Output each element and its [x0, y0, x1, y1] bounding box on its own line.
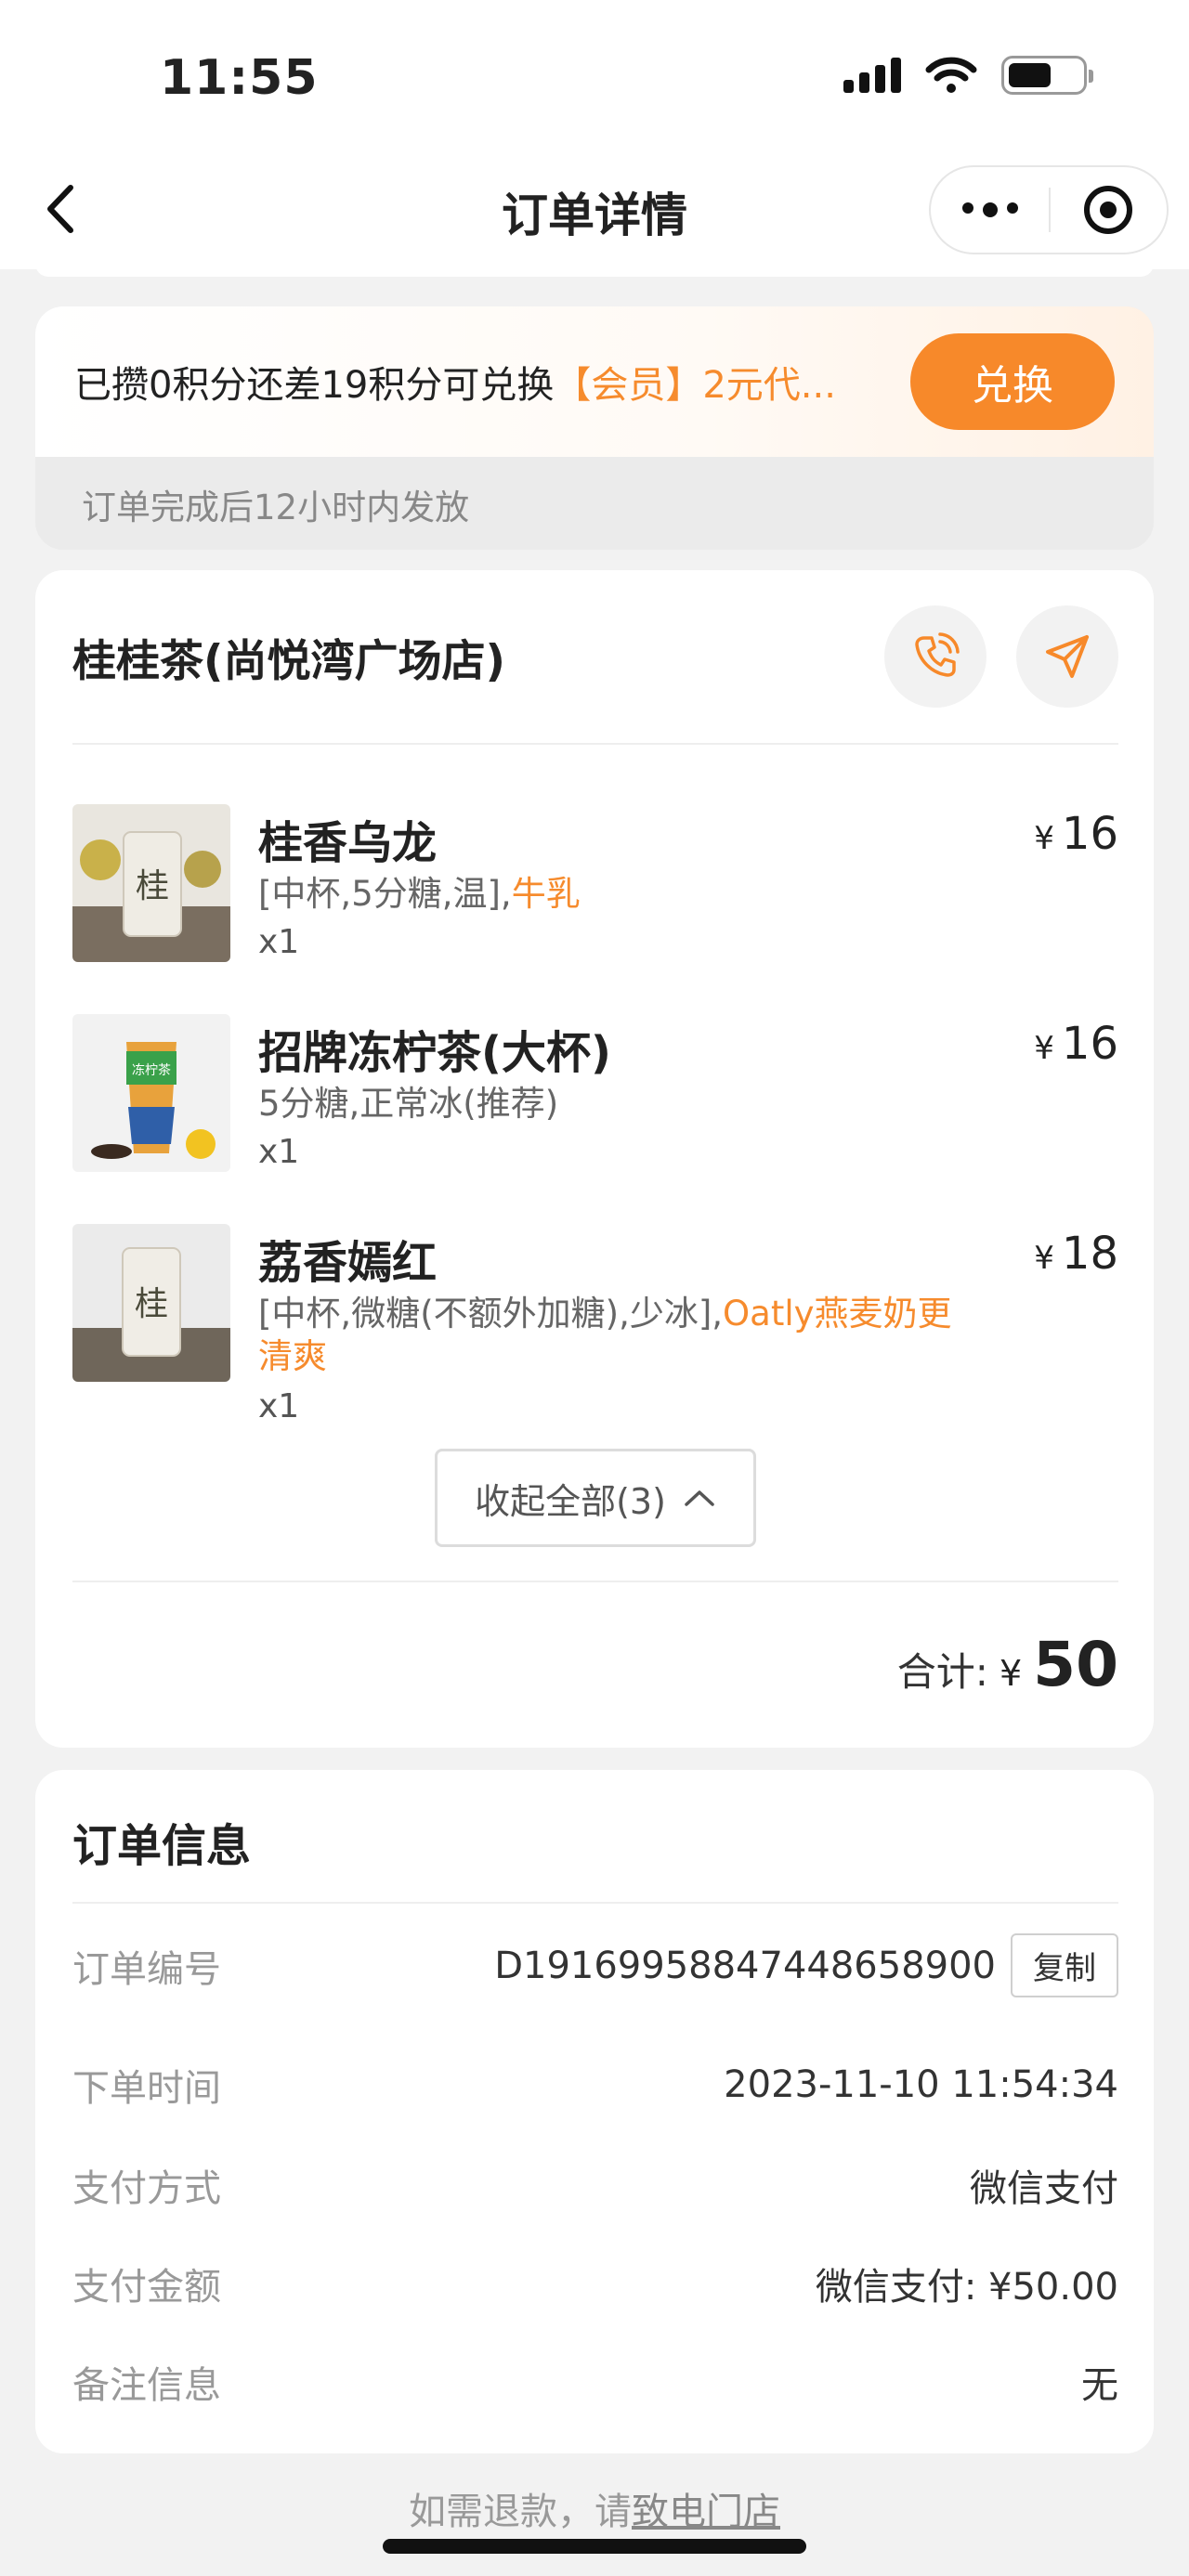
payment-amount-row: 支付金额 微信支付: ¥50.00 — [72, 2257, 1118, 2310]
status-time: 11:55 — [160, 50, 319, 106]
remark-row: 备注信息 无 — [72, 2355, 1118, 2409]
chevron-up-icon — [685, 1490, 714, 1506]
payment-method: 微信支付 — [970, 2167, 1118, 2210]
item-quantity: x1 — [258, 1387, 300, 1425]
product-image: 冻柠茶 — [72, 1014, 230, 1172]
previous-card-edge — [35, 264, 1154, 277]
row-label: 支付方式 — [72, 2167, 221, 2210]
total-currency: ¥ — [999, 1653, 1023, 1694]
item-price: ¥18 — [1034, 1228, 1118, 1280]
order-total: 合计: ¥ 50 — [897, 1629, 1118, 1700]
item-quantity: x1 — [258, 923, 300, 961]
item-quantity: x1 — [258, 1133, 300, 1171]
item-price-value: 16 — [1061, 808, 1118, 860]
store-card: 桂桂茶(尚悦湾广场店) 桂 桂香乌龙 [中杯,5分糖,温],牛乳 x1 ¥ 16… — [35, 570, 1154, 1748]
call-store-button[interactable] — [884, 605, 986, 708]
refund-text: 如需退款，请 — [409, 2491, 632, 2533]
row-label: 支付金额 — [72, 2266, 221, 2309]
more-icon[interactable] — [931, 202, 1049, 217]
points-note: 订单完成后12小时内发放 — [82, 488, 470, 527]
item-price: ¥16 — [1034, 808, 1118, 860]
divider — [72, 1581, 1118, 1582]
svg-text:桂: 桂 — [136, 867, 169, 905]
order-time-row: 下单时间 2023-11-10 11:54:34 — [72, 2058, 1118, 2112]
store-name: 桂桂茶(尚悦湾广场店) — [72, 635, 505, 687]
target-icon — [1084, 186, 1133, 234]
call-store-link[interactable]: 致电门店 — [632, 2491, 780, 2533]
mini-program-capsule — [929, 165, 1169, 254]
item-options: 5分糖,正常冰(推荐) — [258, 1083, 964, 1125]
phone-icon — [915, 632, 960, 677]
order-item: 桂 桂香乌龙 [中杯,5分糖,温],牛乳 x1 ¥16 — [72, 804, 1118, 990]
remark: 无 — [1081, 2364, 1118, 2407]
svg-text:桂: 桂 — [135, 1285, 168, 1323]
header: 11:55 订单详情 — [0, 0, 1189, 269]
item-price-value: 16 — [1061, 1018, 1118, 1070]
signal-icon — [843, 58, 901, 93]
svg-text:冻柠茶: 冻柠茶 — [132, 1062, 171, 1078]
item-options-text: 5分糖,正常冰(推荐) — [258, 1084, 559, 1124]
total-value: 50 — [1033, 1629, 1118, 1700]
payment-method-row: 支付方式 微信支付 — [72, 2158, 1118, 2212]
row-label: 下单时间 — [72, 2067, 221, 2110]
row-label: 订单编号 — [72, 1947, 221, 1991]
product-image: 桂 — [72, 804, 230, 962]
total-label: 合计: — [896, 1649, 988, 1695]
collapse-all-button[interactable]: 收起全部(3) — [435, 1449, 756, 1547]
row-label: 备注信息 — [72, 2364, 221, 2407]
order-info-title: 订单信息 — [72, 1820, 252, 1872]
order-info-card: 订单信息 订单编号 D191699588474486589​00 复制 下单时间… — [35, 1770, 1154, 2453]
battery-icon — [1001, 56, 1093, 95]
close-miniprogram-button[interactable] — [1051, 186, 1167, 234]
item-options-text: [中杯,5分糖,温], — [258, 874, 512, 914]
item-name: 桂香乌龙 — [258, 817, 438, 869]
order-item: 桂 荔香嫣红 [中杯,微糖(不额外加糖),少冰],Oatly燕麦奶更清爽 x1 … — [72, 1224, 1118, 1447]
item-options: [中杯,微糖(不额外加糖),少冰],Oatly燕麦奶更清爽 — [258, 1293, 964, 1378]
wifi-icon — [925, 57, 977, 93]
item-name: 荔香嫣红 — [258, 1237, 438, 1289]
item-price-value: 18 — [1061, 1228, 1118, 1280]
item-price: ¥16 — [1034, 1018, 1118, 1070]
order-number: D191699588474486589​00 — [494, 1944, 996, 1987]
item-currency: ¥ — [1034, 820, 1054, 857]
item-options-highlight: 牛乳 — [511, 874, 581, 914]
divider — [72, 1902, 1118, 1904]
refund-hint: 如需退款，请致电门店 — [0, 2481, 1189, 2535]
navigation-arrow-icon — [1046, 635, 1089, 678]
item-currency: ¥ — [1034, 1240, 1054, 1277]
order-time: 2023-11-10 11:54:34 — [724, 2063, 1118, 2106]
points-reward-text: 【会员】2元代... — [554, 364, 836, 407]
order-number-row: 订单编号 D191699588474486589​00 复制 — [72, 1933, 1118, 1997]
item-name: 招牌冻柠茶(大杯) — [258, 1027, 611, 1079]
product-image: 桂 — [72, 1224, 230, 1382]
store-header: 桂桂茶(尚悦湾广场店) — [72, 570, 1118, 745]
item-options: [中杯,5分糖,温],牛乳 — [258, 873, 964, 916]
payment-amount: 微信支付: ¥50.00 — [815, 2266, 1118, 2309]
redeem-button[interactable]: 兑换 — [910, 333, 1115, 430]
item-currency: ¥ — [1034, 1030, 1054, 1067]
navigate-store-button[interactable] — [1016, 605, 1118, 708]
item-options-text: [中杯,微糖(不额外加糖),少冰], — [258, 1294, 724, 1334]
points-text: 已攒0积分还差19积分可兑换 — [74, 364, 555, 407]
home-indicator[interactable] — [383, 2539, 806, 2554]
order-item: 冻柠茶 招牌冻柠茶(大杯) 5分糖,正常冰(推荐) x1 ¥16 — [72, 1014, 1118, 1200]
copy-button[interactable]: 复制 — [1011, 1933, 1118, 1997]
points-message: 已攒0积分还差19积分可兑换【会员】2元代... — [74, 355, 910, 409]
status-icons — [843, 56, 1093, 95]
collapse-label: 收起全部(3) — [475, 1480, 666, 1522]
points-card: 已攒0积分还差19积分可兑换【会员】2元代... 兑换 订单完成后12小时内发放 — [35, 306, 1154, 550]
